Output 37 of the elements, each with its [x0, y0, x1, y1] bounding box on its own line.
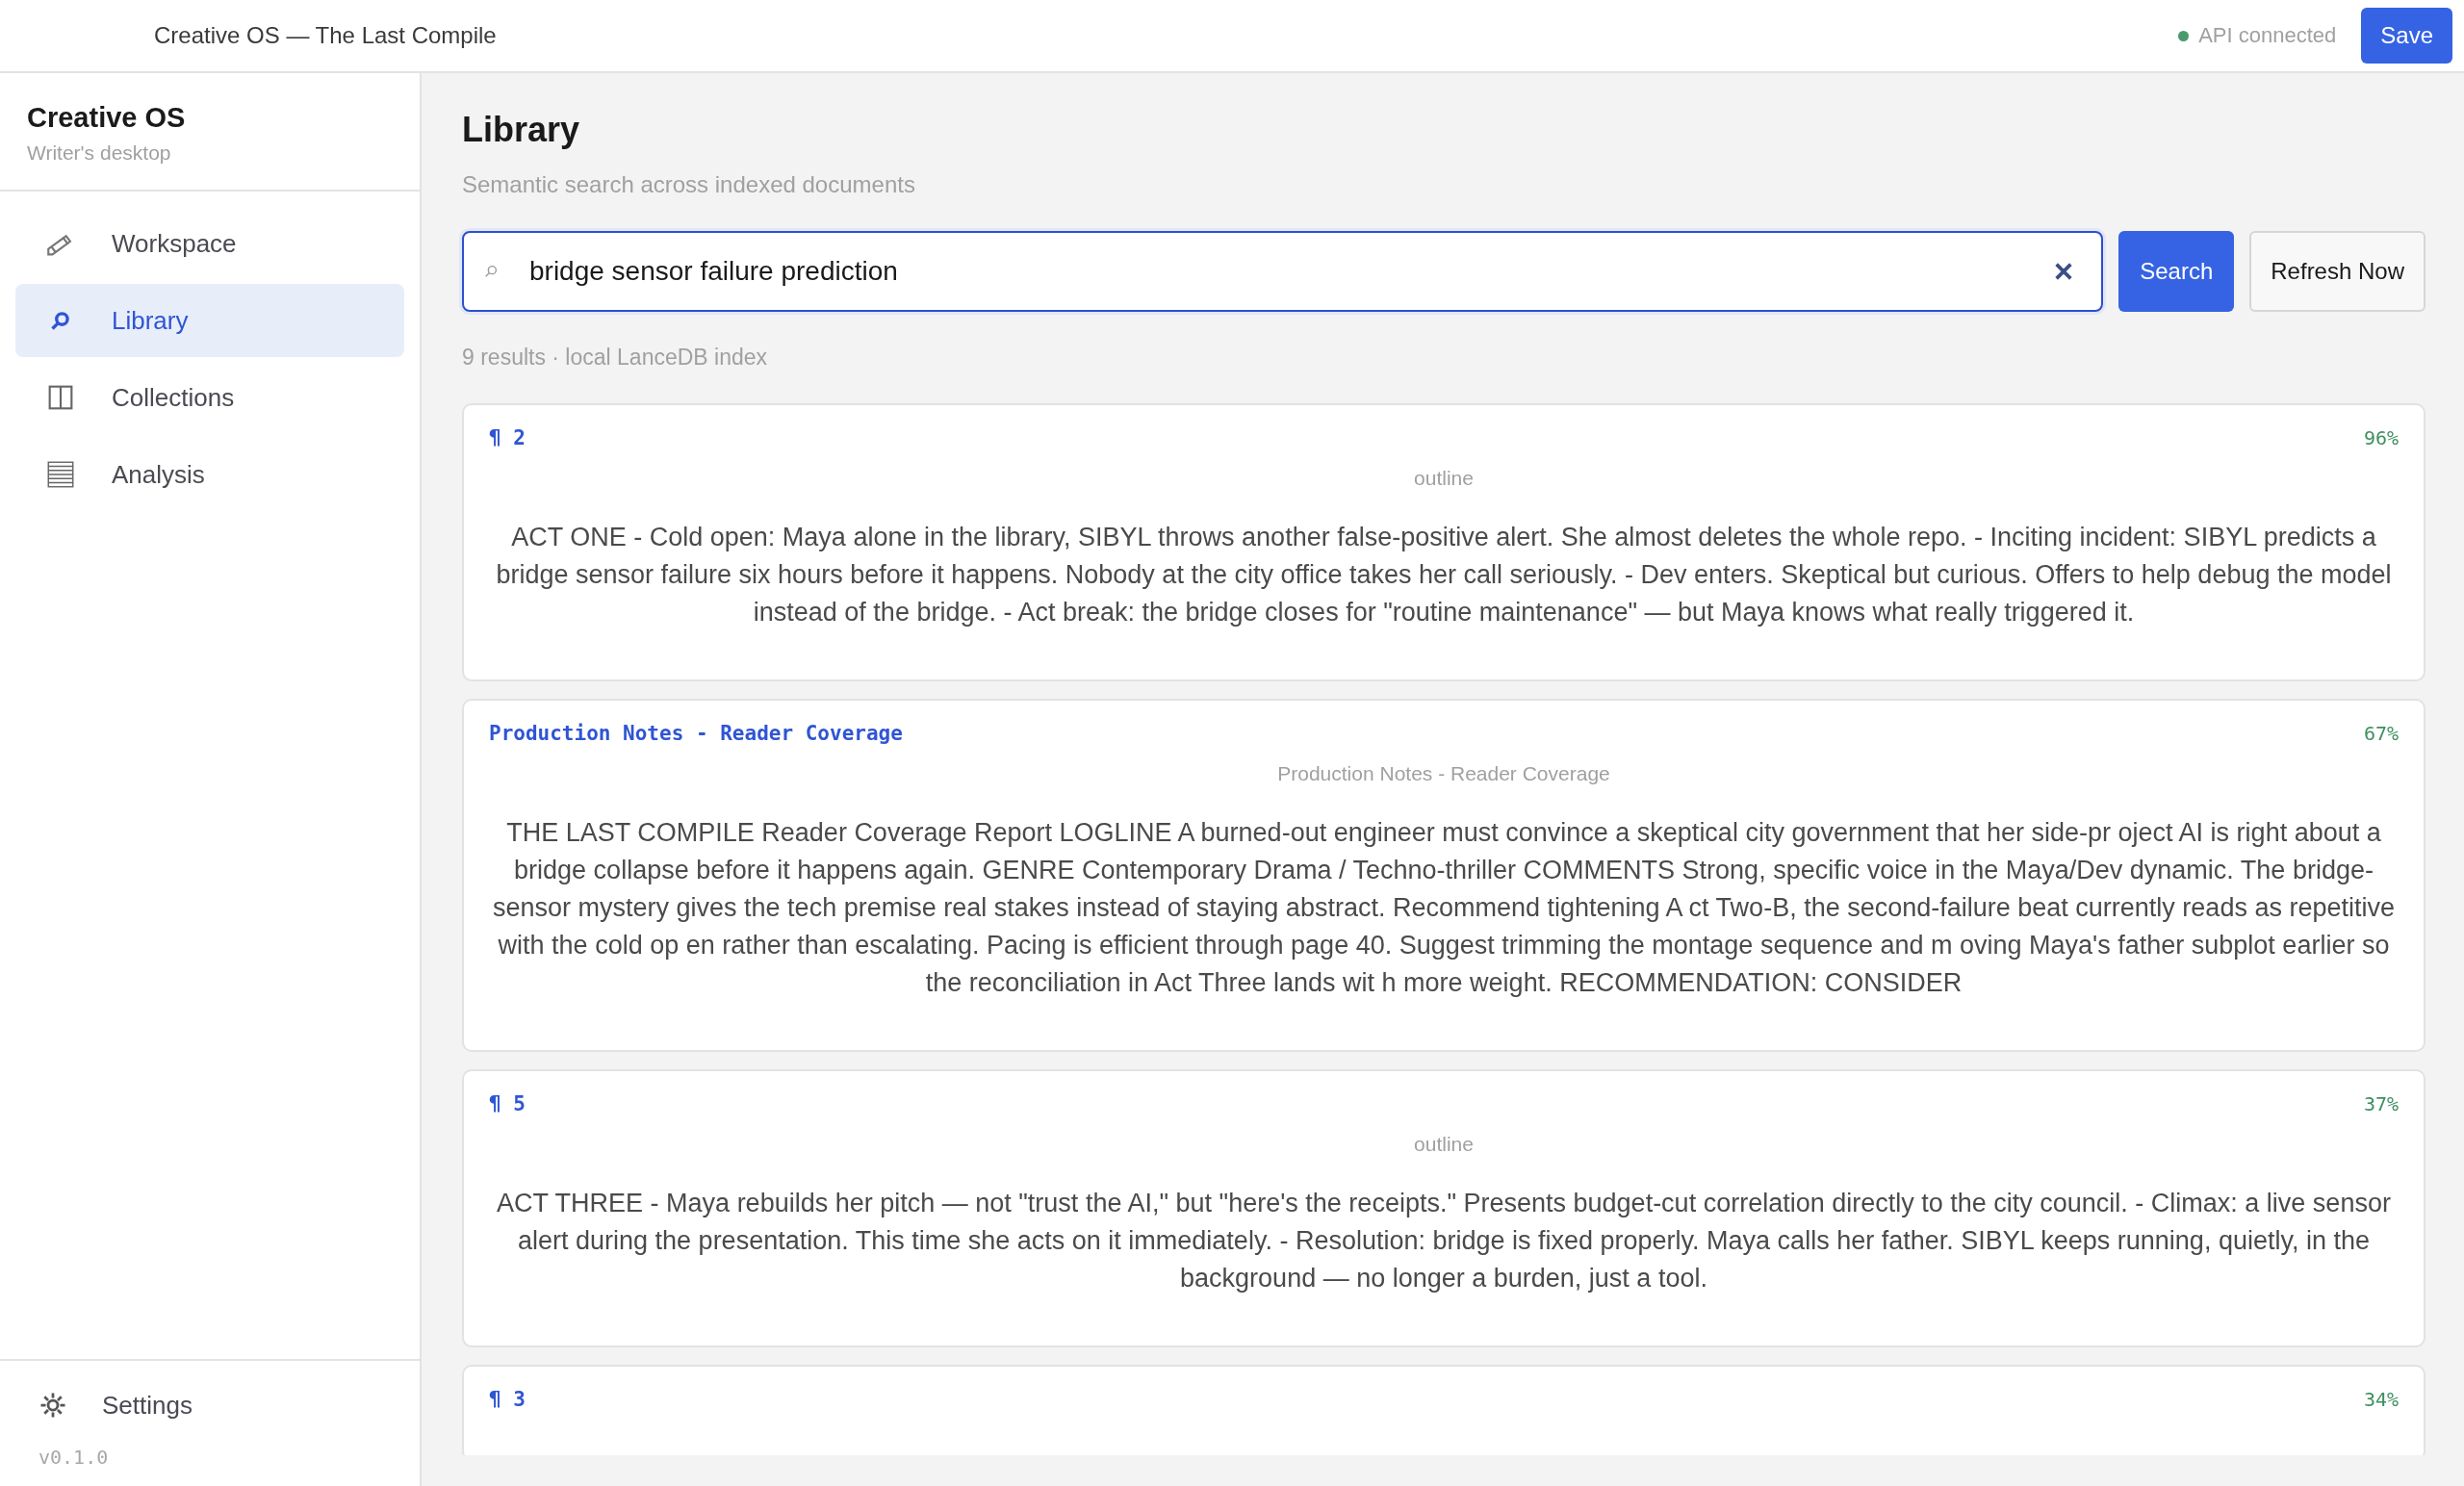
result-title: ¶ 3	[489, 1388, 526, 1411]
sidebar-item[interactable]: Collections	[15, 361, 404, 434]
result-excerpt: THE LAST COMPILE Reader Coverage Report LOGLINE A burned-out engineer must convince a skeptical city government that her side-pr oject AI is right about a bridge collapse before it happens again. GENRE Contemporary Drama / Techno-thriller COMMENTS Strong, specific voice in the Maya/Dev dynamic. The bridge-sensor mystery gives the tech premise real stakes instead of staying abstract. Recommend tightening A ct Two-B, the second-failure beat currently reads as repetitive with the cold op en rather than escalating. Pacing is efficient through page 40. Suggest trimming the montage sequence and m oving Maya's father subplot earlier so the reconciliation in Act Three lands wit h more weight. RECOMMENDATION: CONSIDER	[492, 817, 2396, 999]
result-card[interactable]	[462, 403, 2426, 681]
sidebar-item[interactable]: Workspace	[15, 207, 404, 280]
result-excerpt: ACT THREE - Maya rebuilds her pitch — not "trust the AI," but "here's the receipts." Presents budget-cut correlation directly to the city council. - Climax: a live sensor alert during the presentation. This time she acts on it immediately. - Resolution: bridge is fixed properly. Maya calls her father. SIBYL keeps running, quietly, in the background — no longer a burden, just a tool.	[496, 1188, 2392, 1294]
result-card[interactable]	[462, 1069, 2426, 1347]
search-button[interactable]: Search	[2118, 231, 2235, 312]
window-title: Creative OS — The Last Compile	[154, 22, 498, 49]
page-title: Library	[462, 110, 581, 150]
search-field[interactable]: bridge sensor failure prediction	[462, 231, 2104, 312]
sidebar-item[interactable]: Library	[15, 284, 404, 357]
result-score: 67%	[2363, 722, 2399, 745]
result-source: Production Notes - Reader Coverage	[1276, 762, 1611, 785]
save-button[interactable]: Save	[2361, 8, 2452, 64]
result-title: ¶ 5	[489, 1092, 526, 1115]
settings-item[interactable]: Settings	[38, 1382, 381, 1428]
sidebar-item[interactable]: Analysis	[15, 438, 404, 511]
result-source: outline	[1413, 467, 1475, 490]
settings-icon	[38, 1391, 67, 1420]
result-card[interactable]	[462, 699, 2426, 1052]
version-label: v0.1.0	[38, 1446, 110, 1469]
refresh-button[interactable]: Refresh Now	[2249, 231, 2426, 312]
brand-tagline: Writer's desktop	[27, 141, 172, 165]
status-label: API connected	[2198, 23, 2337, 48]
result-score: 37%	[2363, 1092, 2399, 1115]
result-score: 96%	[2363, 426, 2399, 449]
result-card[interactable]: ¶ 3 34%	[462, 1365, 2426, 1455]
results-summary: 9 results · local LanceDB index	[462, 345, 769, 371]
result-score: 34%	[2363, 1388, 2399, 1411]
result-title: ¶ 2	[489, 426, 526, 449]
result-excerpt: ACT ONE - Cold open: Maya alone in the library, SIBYL throws another false-positive alert. She almost deletes the whole repo. - Inciting incident: SIBYL predicts a bridge sensor failure six hours before it happens. Nobody at the city office takes her call seriously. - Dev enters. Skeptical but curious. Offers to help debug the model instead of the bridge. - Act break: the bridge closes for "routine maintenance" — but Maya knows what really triggered it.	[495, 522, 2393, 628]
page-subtitle: Semantic search across indexed documents	[462, 171, 916, 198]
brand-name: Creative OS	[27, 102, 187, 134]
search-icon	[483, 264, 499, 279]
result-source: outline	[1413, 1133, 1475, 1156]
result-title: Production Notes - Reader Coverage	[489, 722, 903, 745]
